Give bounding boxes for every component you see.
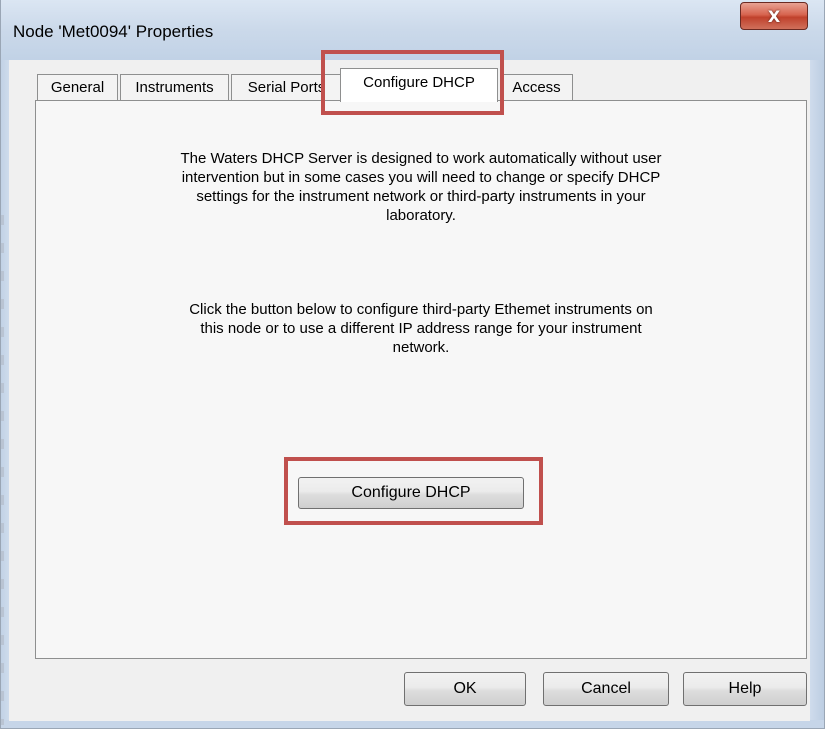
window-title: Node 'Met0094' Properties [13,22,214,41]
tab-serial-ports[interactable]: Serial Ports [231,74,342,100]
window-frame-bottom [1,720,824,728]
tab-instruments[interactable]: Instruments [120,74,229,100]
background-edge [1,215,4,725]
window-frame-right [810,60,824,728]
cancel-button[interactable]: Cancel [543,672,669,706]
tab-label: Instruments [135,79,214,96]
dhcp-description: The Waters DHCP Server is designed to wo… [180,150,662,224]
dhcp-instruction: Click the button below to configure thir… [189,301,653,356]
close-icon: X [767,6,781,26]
configure-dhcp-panel: The Waters DHCP Server is designed to wo… [35,100,807,659]
tab-label: Configure DHCP [363,74,475,91]
tab-label: General [50,79,105,96]
tab-label: Access [512,79,561,96]
tab-configure-dhcp[interactable]: Configure DHCP [340,68,498,102]
close-button[interactable]: X [740,2,808,30]
tab-access[interactable]: Access [500,74,573,100]
help-button[interactable]: Help [683,672,807,706]
tab-general[interactable]: General [37,74,118,100]
configure-dhcp-button[interactable]: Configure DHCP [298,477,524,509]
properties-dialog: Node 'Met0094' Properties X General Inst… [0,0,825,729]
tab-label: Serial Ports [247,79,326,96]
ok-button[interactable]: OK [404,672,526,706]
